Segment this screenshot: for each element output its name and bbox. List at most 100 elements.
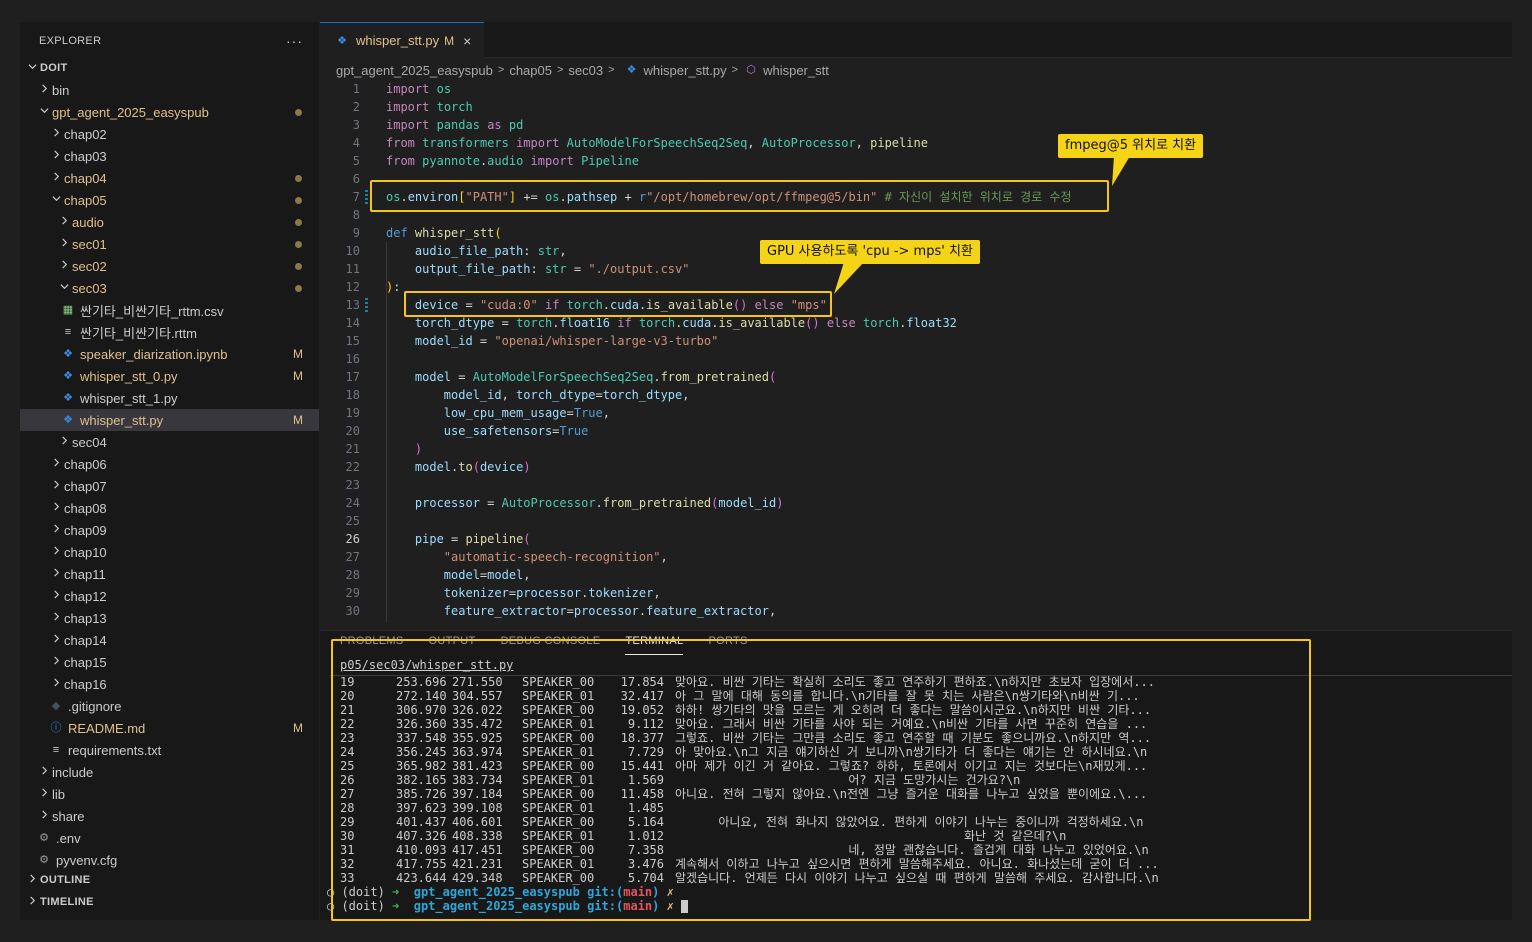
gear-icon: ⚙ bbox=[39, 854, 49, 866]
code-line: 26 pipe = pipeline( bbox=[320, 530, 1512, 548]
line-number: 14 bbox=[345, 316, 360, 330]
line-number: 4 bbox=[352, 136, 360, 150]
code-line: 19 low_cpu_mem_usage=True, bbox=[320, 404, 1512, 422]
tree-item[interactable]: ⓘ README.md M bbox=[20, 717, 319, 739]
modified-dot-icon bbox=[295, 262, 302, 270]
breadcrumb-item[interactable]: sec03 bbox=[568, 63, 603, 78]
git-file-icon: ◆ bbox=[51, 700, 61, 712]
tree-item[interactable]: chap04 bbox=[20, 167, 319, 189]
tree-item-label: chap05 bbox=[64, 192, 107, 208]
code-line: 24 processor = AutoProcessor.from_pretra… bbox=[320, 494, 1512, 512]
tree-item-label: gpt_agent_2025_easyspub bbox=[52, 104, 209, 120]
tree-item[interactable]: chap12 bbox=[20, 585, 319, 607]
highlight-box-ffmpeg bbox=[370, 180, 1109, 212]
line-number: 16 bbox=[345, 352, 360, 366]
tree-item[interactable]: ≡ 싼기타_비싼기타.rttm bbox=[20, 321, 319, 343]
line-number: 27 bbox=[345, 550, 360, 564]
code-text: def whisper_stt( bbox=[386, 226, 502, 240]
chevron-right-icon bbox=[48, 480, 64, 492]
tree-item[interactable]: sec02 bbox=[20, 255, 319, 277]
csv-file-icon: ▦ bbox=[62, 304, 74, 316]
chevron-right-icon bbox=[48, 128, 64, 140]
tree-item[interactable]: chap11 bbox=[20, 563, 319, 585]
tree-item[interactable]: chap13 bbox=[20, 607, 319, 629]
line-number: 22 bbox=[345, 460, 360, 474]
code-text: import os bbox=[386, 82, 452, 96]
tree-item[interactable]: chap10 bbox=[20, 541, 319, 563]
breadcrumb-item[interactable]: whisper_stt.py bbox=[644, 63, 727, 78]
line-number: 15 bbox=[345, 334, 360, 348]
outline-label: OUTLINE bbox=[40, 874, 91, 886]
tab-whisper-stt[interactable]: ❖ whisper_stt.py M × bbox=[320, 22, 484, 58]
line-number: 9 bbox=[352, 226, 360, 240]
tree-item[interactable]: ❖ whisper_stt_0.py M bbox=[20, 365, 319, 387]
tree-item-label: include bbox=[52, 764, 94, 780]
code-line: 30 feature_extractor=processor.feature_e… bbox=[320, 602, 1512, 620]
tree-item-label: chap11 bbox=[64, 566, 106, 582]
tree-item[interactable]: lib bbox=[20, 783, 319, 805]
timeline-section[interactable]: TIMELINE bbox=[20, 891, 319, 913]
tree-item[interactable]: gpt_agent_2025_easyspub bbox=[20, 101, 319, 123]
breadcrumb-item[interactable]: whisper_stt bbox=[763, 63, 829, 78]
tree-item-label: share bbox=[52, 808, 85, 824]
tree-item[interactable]: ◆ .gitignore bbox=[20, 695, 319, 717]
close-icon[interactable]: × bbox=[463, 33, 471, 49]
breadcrumb-item[interactable]: chap05 bbox=[509, 63, 552, 78]
tree-item[interactable]: ≡ requirements.txt bbox=[20, 739, 319, 761]
tree-item[interactable]: chap08 bbox=[20, 497, 319, 519]
outline-section[interactable]: OUTLINE bbox=[20, 869, 319, 891]
tree-item[interactable]: chap15 bbox=[20, 651, 319, 673]
tree-item[interactable]: ❖ speaker_diarization.ipynb M bbox=[20, 343, 319, 365]
tree-item[interactable]: DOIT bbox=[20, 57, 319, 79]
tree-item[interactable]: bin bbox=[20, 79, 319, 101]
line-number: 12 bbox=[345, 280, 360, 294]
code-line: 27 "automatic-speech-recognition", bbox=[320, 548, 1512, 566]
tree-item[interactable]: chap14 bbox=[20, 629, 319, 651]
line-number: 30 bbox=[345, 604, 360, 618]
tree-item[interactable]: sec04 bbox=[20, 431, 319, 453]
tree-item[interactable]: chap07 bbox=[20, 475, 319, 497]
tree-item[interactable]: ⚙ .env bbox=[20, 827, 319, 849]
code-editor[interactable]: 1 import os 2 import torch 3 import pandas as… bbox=[320, 80, 1512, 622]
code-text: pipe = pipeline( bbox=[414, 532, 531, 546]
tree-item[interactable]: ▦ 싼기타_비싼기타_rttm.csv bbox=[20, 299, 319, 321]
tree-item[interactable]: ❖ whisper_stt_1.py bbox=[20, 387, 319, 409]
python-file-icon: ❖ bbox=[63, 414, 73, 426]
modified-dot-icon bbox=[295, 240, 302, 248]
chevron-right-icon bbox=[36, 810, 52, 822]
chevron-right-icon bbox=[48, 502, 64, 514]
modified-dot-icon bbox=[295, 108, 302, 116]
tree-item[interactable]: ⚙ pyvenv.cfg bbox=[20, 849, 319, 871]
code-line: 16 bbox=[320, 350, 1512, 368]
python-file-icon: ❖ bbox=[63, 392, 73, 404]
tree-item[interactable]: ❖ whisper_stt.py M bbox=[20, 409, 319, 431]
code-line: 15 model_id = "openai/whisper-large-v3-t… bbox=[320, 332, 1512, 350]
tree-item[interactable]: include bbox=[20, 761, 319, 783]
notebook-file-icon: ❖ bbox=[63, 348, 73, 360]
tree-item[interactable]: chap05 bbox=[20, 189, 319, 211]
tree-item-label: sec03 bbox=[72, 280, 107, 296]
tree-item-label: speaker_diarization.ipynb bbox=[80, 346, 228, 362]
line-number: 5 bbox=[352, 154, 360, 168]
highlight-box-terminal bbox=[331, 639, 1311, 921]
tree-item[interactable]: chap06 bbox=[20, 453, 319, 475]
chevron-right-icon bbox=[48, 656, 64, 668]
tree-item[interactable]: audio bbox=[20, 211, 319, 233]
tree-item[interactable]: chap16 bbox=[20, 673, 319, 695]
code-line: 5 from pyannote.audio import Pipeline bbox=[320, 152, 1512, 170]
more-actions-icon[interactable]: ··· bbox=[286, 33, 303, 49]
tree-item[interactable]: sec01 bbox=[20, 233, 319, 255]
code-text: import pandas as pd bbox=[386, 118, 524, 132]
tree-item[interactable]: share bbox=[20, 805, 319, 827]
code-line: 28 model=model, bbox=[320, 566, 1512, 584]
breadcrumb-item[interactable]: gpt_agent_2025_easyspub bbox=[336, 63, 493, 78]
tree-item[interactable]: chap03 bbox=[20, 145, 319, 167]
line-number: 8 bbox=[352, 208, 360, 222]
modified-dot-icon bbox=[295, 218, 302, 226]
tree-item[interactable]: chap02 bbox=[20, 123, 319, 145]
chevron-right-icon bbox=[48, 524, 64, 536]
tree-item[interactable]: sec03 bbox=[20, 277, 319, 299]
tree-item[interactable]: chap09 bbox=[20, 519, 319, 541]
tree-item-label: lib bbox=[52, 786, 66, 802]
code-text: tokenizer=processor.tokenizer, bbox=[443, 586, 661, 600]
